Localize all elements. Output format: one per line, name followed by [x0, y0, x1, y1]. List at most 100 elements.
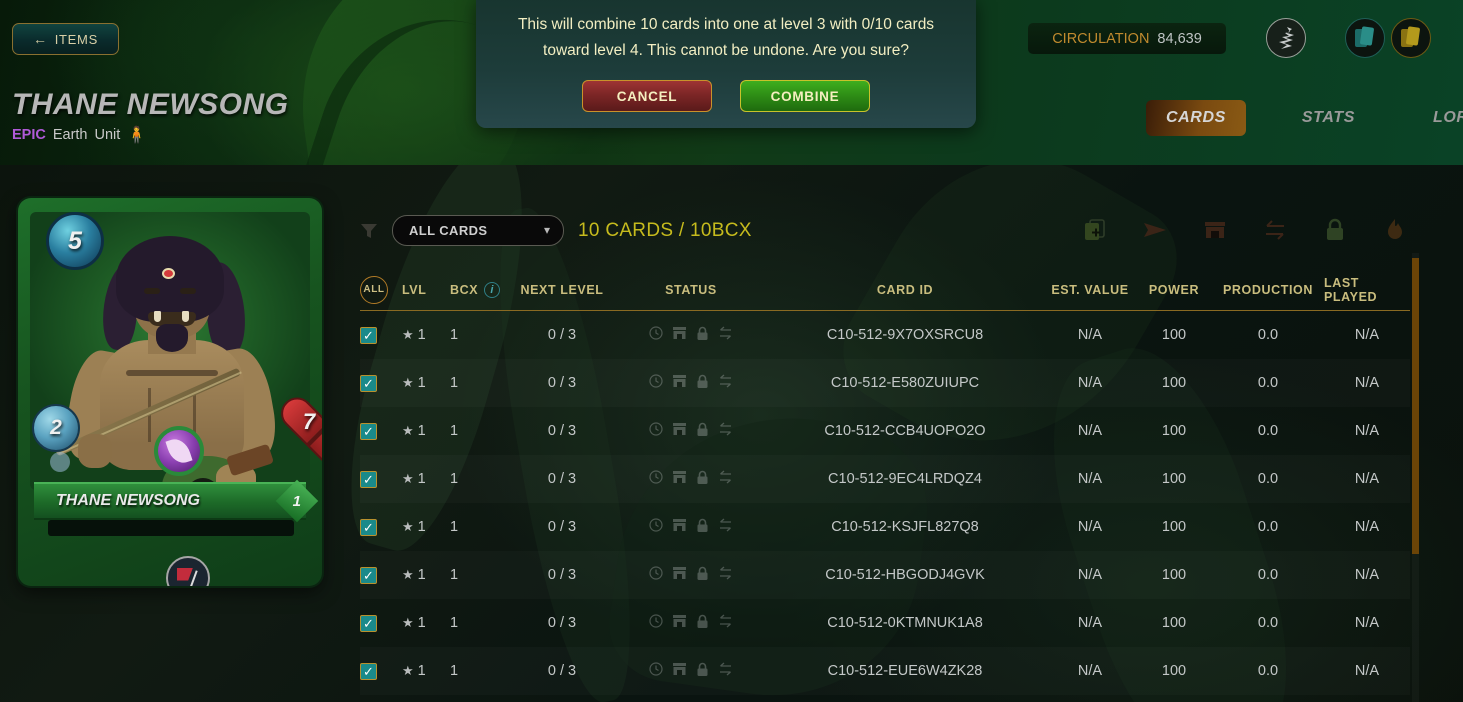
table-body: ✓ ★ 1 1 0 / 3 C10-512-9X7OXSRCU8 N/A 100…: [360, 311, 1410, 695]
cell-bcx: 1: [450, 375, 459, 391]
tab-lore[interactable]: LORE: [1413, 100, 1463, 136]
send-icon[interactable]: [1138, 213, 1172, 247]
star-icon: ★: [402, 567, 414, 582]
red-flag-ability-icon[interactable]: [166, 556, 210, 586]
table-row[interactable]: ✓ ★ 1 1 0 / 3 C10-512-0KTMNUK1A8 N/A 100…: [360, 599, 1410, 647]
transfer-icon: [718, 422, 733, 440]
market-icon: [672, 662, 687, 680]
row-select-cell: ✓: [360, 422, 402, 440]
cell-bcx: 1: [450, 471, 459, 487]
row-checkbox[interactable]: ✓: [360, 422, 377, 440]
table-row[interactable]: ✓ ★ 1 1 0 / 3 C10-512-EUE6W4ZK28 N/A 100…: [360, 647, 1410, 695]
cell-bcx: 1: [450, 423, 459, 439]
row-select-cell: ✓: [360, 662, 402, 680]
cell-production: 0.0: [1257, 567, 1279, 583]
table-row[interactable]: ✓ ★ 1 1 0 / 3 C10-512-CCB4UOPO2O N/A 100…: [360, 407, 1410, 455]
row-checkbox[interactable]: ✓: [360, 518, 377, 536]
cell-card-id: C10-512-9EC4LRDQZ4: [828, 471, 982, 487]
cell-status: [616, 374, 766, 393]
cell-production: 0.0: [1257, 375, 1279, 391]
cell-lvl: ★ 1: [402, 327, 450, 343]
page-title: THANE NEWSONG: [12, 88, 289, 121]
health-stat-badge: 7: [283, 398, 322, 446]
main-content: 5 2 7 THANE NEWSONG 1 Active skin DEF: [0, 165, 1463, 702]
select-all-button[interactable]: ALL: [360, 275, 388, 304]
speed-stat-badge: 2: [32, 404, 80, 452]
cell-est-value: N/A: [1077, 471, 1103, 487]
status-icons: [649, 566, 733, 585]
cell-bcx: 1: [450, 327, 459, 343]
star-icon: ★: [402, 327, 414, 342]
arrow-left-icon: ←: [33, 31, 48, 47]
row-checkbox[interactable]: ✓: [360, 470, 377, 488]
card-filter-select[interactable]: ALL CARDS: [392, 215, 564, 246]
cell-status: [616, 470, 766, 489]
gold-card-stack-icon[interactable]: [1391, 18, 1431, 58]
circulation-label: CIRCULATION: [1052, 30, 1150, 47]
card-count-text: 10 CARDS / 10BCX: [578, 219, 752, 241]
table-row[interactable]: ✓ ★ 1 1 0 / 3 C10-512-9EC4LRDQZ4 N/A 100…: [360, 455, 1410, 503]
cell-next-level: 0 / 3: [547, 519, 577, 535]
cell-power: 100: [1161, 663, 1187, 679]
type-label: Unit: [94, 127, 121, 143]
cell-next-level: 0 / 3: [547, 327, 577, 343]
cell-power: 100: [1161, 615, 1187, 631]
row-checkbox[interactable]: ✓: [360, 326, 377, 344]
combine-cards-icon[interactable]: [1078, 213, 1112, 247]
info-icon[interactable]: i: [484, 281, 501, 298]
card-preview[interactable]: 5 2 7 THANE NEWSONG 1: [18, 198, 322, 586]
table-row[interactable]: ✓ ★ 1 1 0 / 3 C10-512-HBGODJ4GVK N/A 100…: [360, 551, 1410, 599]
market-icon: [672, 326, 687, 344]
row-select-cell: ✓: [360, 470, 402, 488]
clock-icon: [649, 662, 663, 680]
row-checkbox[interactable]: ✓: [360, 566, 377, 584]
table-row[interactable]: ✓ ★ 1 1 0 / 3 C10-512-9X7OXSRCU8 N/A 100…: [360, 311, 1410, 359]
table-row[interactable]: ✓ ★ 1 1 0 / 3 C10-512-KSJFL827Q8 N/A 100…: [360, 503, 1410, 551]
table-row[interactable]: ✓ ★ 1 1 0 / 3 C10-512-E580ZUIUPC N/A 100…: [360, 359, 1410, 407]
cell-lvl-value: 1: [417, 567, 426, 583]
cell-next-level: 0 / 3: [547, 567, 577, 583]
transfer-icon[interactable]: [1258, 213, 1292, 247]
table-scrollbar-thumb[interactable]: [1412, 258, 1419, 554]
cell-card-id: C10-512-EUE6W4ZK28: [827, 663, 983, 679]
cell-card-id: C10-512-0KTMNUK1A8: [827, 615, 983, 631]
cell-next-level: 0 / 3: [547, 375, 577, 391]
burn-icon[interactable]: [1378, 213, 1412, 247]
cell-last-played: N/A: [1354, 567, 1380, 583]
funnel-icon[interactable]: [360, 222, 378, 240]
market-icon: [672, 422, 687, 440]
lock-icon[interactable]: [1318, 213, 1352, 247]
cancel-button[interactable]: CANCEL: [582, 80, 712, 112]
splinterlands-card-page: ← ITEMS THANE NEWSONG EPIC Earth Unit 🧍 …: [0, 0, 1463, 702]
status-icons: [649, 518, 733, 537]
cell-power: 100: [1161, 471, 1187, 487]
cell-lvl-value: 1: [417, 327, 426, 343]
lock-icon: [696, 374, 709, 393]
status-icons: [649, 374, 733, 393]
cell-next-level: 0 / 3: [547, 615, 577, 631]
transfer-icon: [718, 518, 733, 536]
row-select-cell: ✓: [360, 374, 402, 392]
cell-lvl-value: 1: [417, 423, 426, 439]
tab-stats[interactable]: STATS: [1282, 100, 1375, 136]
market-icon[interactable]: [1198, 213, 1232, 247]
row-select-cell: ✓: [360, 614, 402, 632]
row-select-cell: ✓: [360, 566, 402, 584]
cell-production: 0.0: [1257, 519, 1279, 535]
row-checkbox[interactable]: ✓: [360, 614, 377, 632]
row-checkbox[interactable]: ✓: [360, 662, 377, 680]
tab-cards[interactable]: CARDS: [1146, 100, 1246, 136]
teal-card-stack-icon[interactable]: [1345, 18, 1385, 58]
card-subtitle: EPIC Earth Unit 🧍: [12, 125, 147, 145]
back-to-items-button[interactable]: ← ITEMS: [12, 23, 119, 55]
row-select-cell: ✓: [360, 326, 402, 344]
cell-est-value: N/A: [1077, 423, 1103, 439]
cell-last-played: N/A: [1354, 327, 1380, 343]
unit-silhouette-icon[interactable]: [1266, 18, 1306, 58]
row-checkbox[interactable]: ✓: [360, 374, 377, 392]
status-icons: [649, 326, 733, 345]
cell-card-id: C10-512-HBGODJ4GVK: [825, 567, 985, 583]
combine-button[interactable]: COMBINE: [740, 80, 870, 112]
cell-next-level: 0 / 3: [547, 663, 577, 679]
clock-icon: [649, 518, 663, 536]
